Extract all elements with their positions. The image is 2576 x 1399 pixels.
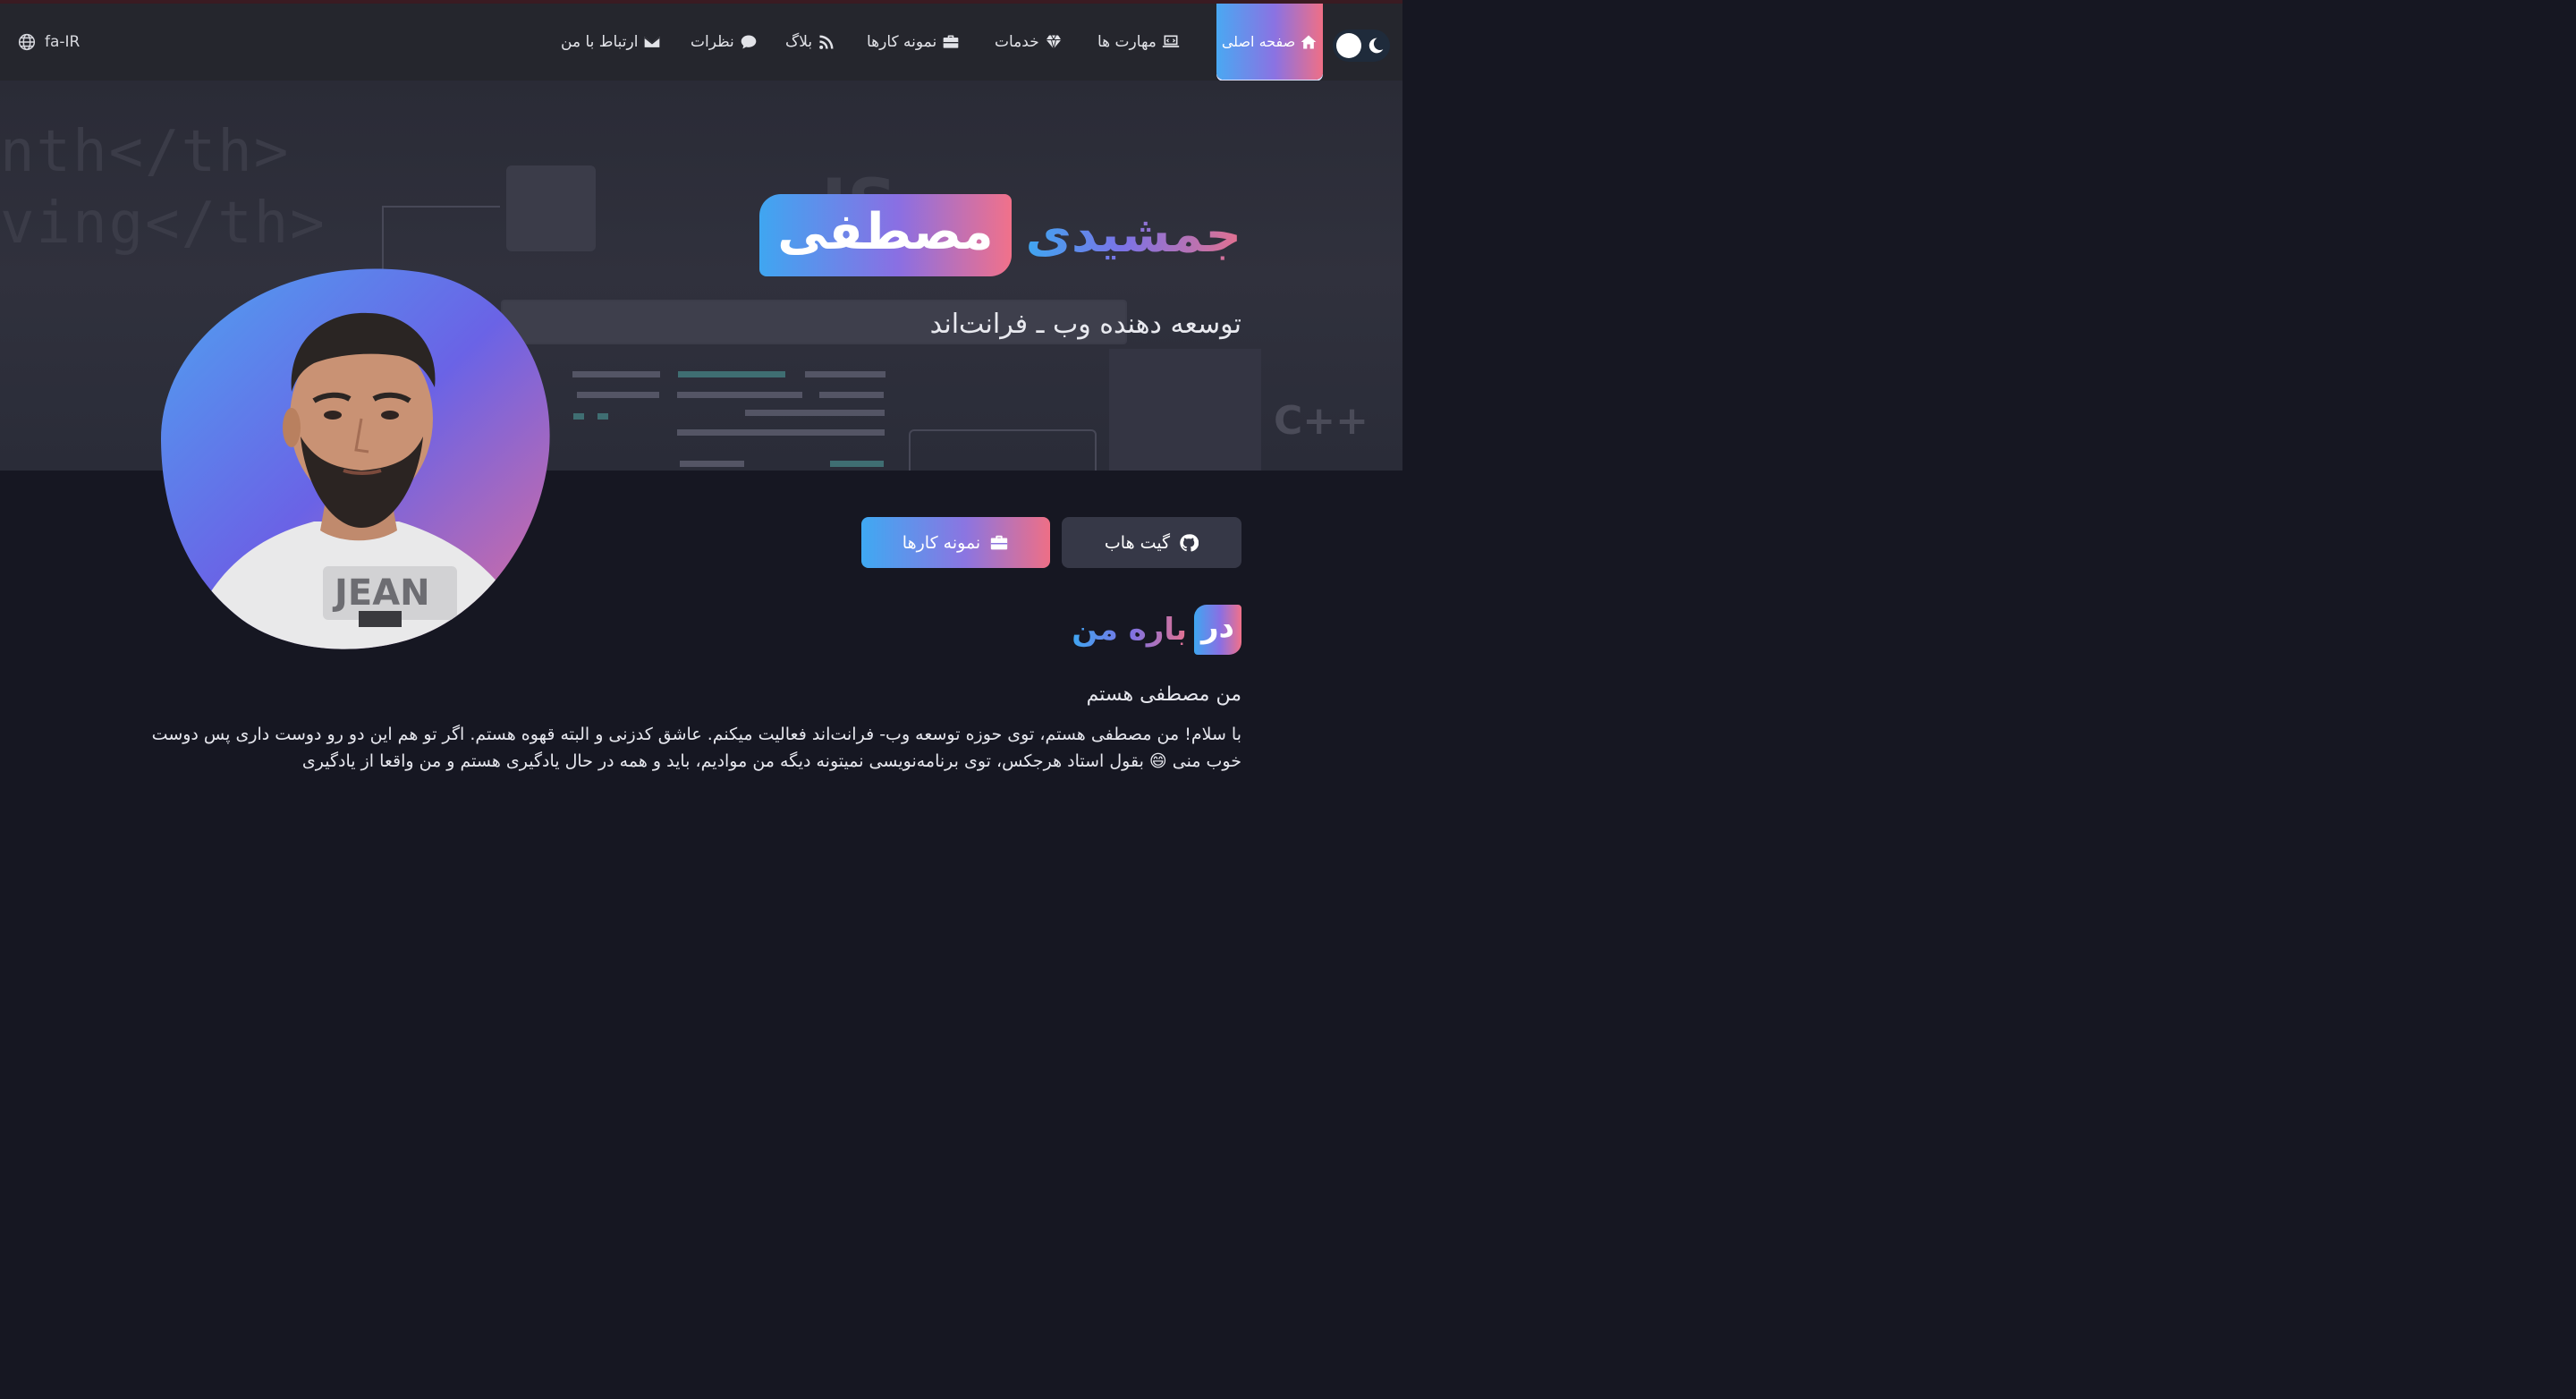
language-label: fa-IR (45, 33, 80, 51)
background-cpp-mark: C++ (1274, 398, 1369, 444)
nav-item-blog[interactable]: بلاگ (785, 30, 835, 54)
background-window-mock (909, 429, 1097, 471)
background-code-line (805, 371, 886, 377)
background-code-line (819, 392, 884, 398)
hero-name: مصطفی جمشیدی (759, 192, 1241, 277)
nav-item-label: نمونه کارها (867, 33, 937, 51)
nav-item-label: صفحه اصلی (1221, 33, 1296, 50)
nav-item-skills[interactable]: مهارت ها (1097, 30, 1180, 54)
last-name: جمشیدی (1026, 202, 1241, 268)
portfolio-button[interactable]: نمونه کارها (861, 517, 1050, 568)
background-code-line (745, 410, 885, 416)
background-code-line (577, 392, 659, 398)
background-code-line (677, 429, 885, 436)
globe-icon (18, 33, 36, 51)
first-name: مصطفی (759, 193, 1012, 276)
avatar: JEAN (160, 268, 550, 649)
gem-icon (1046, 35, 1062, 49)
portfolio-button-label: نمونه کارها (902, 532, 981, 553)
background-code-text: nth</th> ving</th> (0, 119, 326, 257)
nav-item-label: بلاگ (785, 33, 813, 51)
rss-icon (819, 35, 834, 49)
comment-icon (741, 35, 757, 49)
toggle-knob (1336, 33, 1361, 58)
background-code-line (678, 371, 785, 377)
nav-item-label: نظرات (691, 33, 734, 51)
background-code-line (572, 371, 660, 377)
about-subtitle: من مصطفی هستم (1086, 683, 1241, 706)
about-heading-rest: باره من (1072, 607, 1187, 652)
github-button-label: گیت هاب (1104, 532, 1171, 553)
briefcase-icon (943, 35, 959, 48)
nav-item-portfolio[interactable]: نمونه کارها (867, 30, 960, 54)
background-user-card (506, 165, 596, 251)
github-button[interactable]: گیت هاب (1062, 517, 1241, 568)
nav-item-testimonials[interactable]: نظرات (691, 30, 758, 54)
about-text: با سلام! من مصطفی هستم، توی حوزه توسعه و… (151, 725, 1241, 771)
nav-item-services[interactable]: خدمات (995, 30, 1063, 54)
background-code-line (573, 413, 584, 420)
svg-text:JEAN: JEAN (332, 572, 430, 614)
nav-item-label: مهارت ها (1097, 33, 1157, 51)
nav-item-label: خدمات (995, 33, 1039, 51)
github-icon (1180, 533, 1199, 551)
briefcase-icon (991, 535, 1008, 549)
envelope-icon (644, 37, 661, 47)
background-code-line (677, 392, 802, 398)
theme-toggle[interactable] (1333, 30, 1390, 62)
background-panel (1109, 349, 1261, 471)
nav-item-home[interactable]: صفحه اصلی (1216, 4, 1323, 80)
background-code-line (597, 413, 608, 420)
language-selector[interactable]: fa-IR (18, 32, 80, 52)
background-code-line (680, 461, 744, 467)
navbar: fa-IR ارتباط با من نظرات بلاگ نمونه کاره… (0, 4, 1402, 81)
nav-item-label: ارتباط با من (561, 33, 639, 51)
nav-item-contact[interactable]: ارتباط با من (561, 30, 661, 54)
job-title: توسعه دهنده وب ـ فرانت‌اند (929, 309, 1241, 340)
about-heading: در باره من (1072, 604, 1241, 656)
moon-icon (1368, 38, 1384, 54)
laptop-code-icon (1162, 35, 1180, 47)
about-heading-highlight: در (1193, 605, 1241, 655)
background-code-line (830, 461, 884, 467)
home-icon (1301, 35, 1317, 48)
